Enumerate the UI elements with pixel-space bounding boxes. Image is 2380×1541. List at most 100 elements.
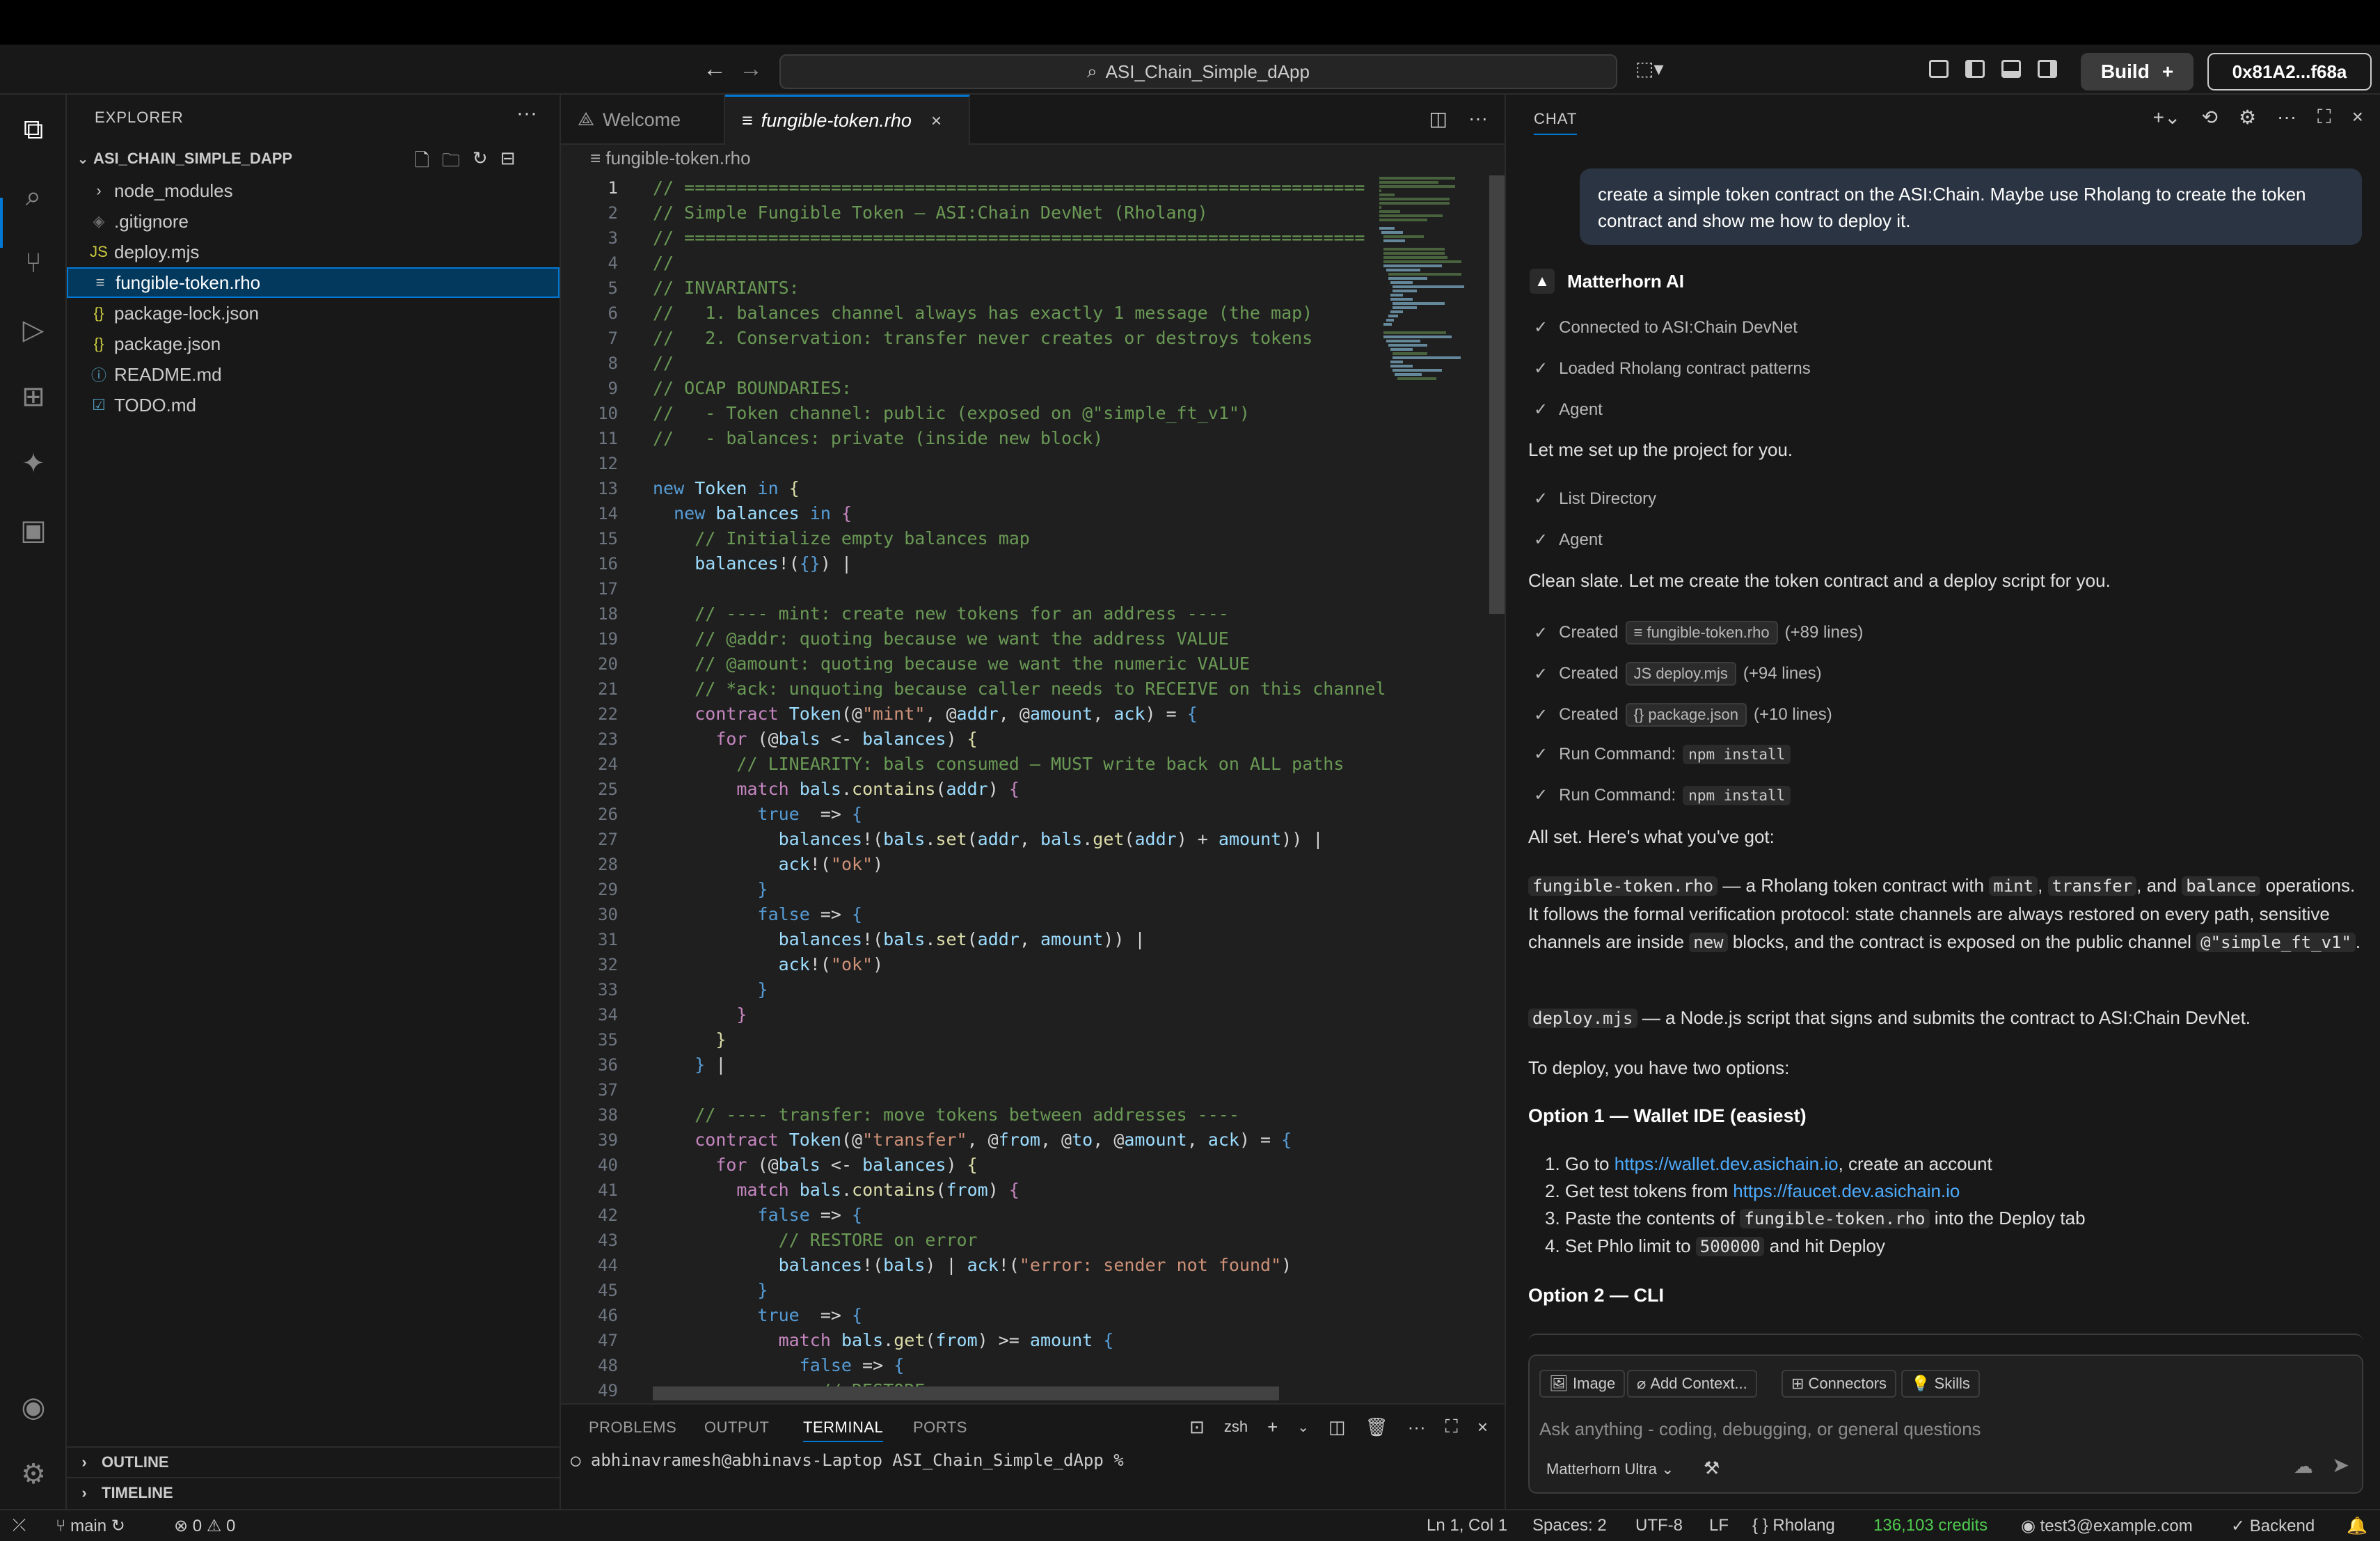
tab-ports[interactable]: PORTS [913,1418,967,1437]
source-control-icon[interactable]: ⑂ [15,245,51,281]
remote-icon[interactable]: ⤫ [13,1516,26,1535]
new-chat-plus-icon[interactable]: +⌄ [2153,106,2181,129]
shell-name[interactable]: zsh [1224,1418,1248,1436]
tab-fungible-token[interactable]: ≡ fungible-token.rho × [725,95,970,145]
new-file-icon[interactable]: 🗋 [415,148,429,178]
tab-welcome[interactable]: ⟁ Welcome [561,95,725,145]
extensions-icon[interactable]: ⊞ [15,379,51,415]
remote-explorer-icon[interactable]: ▣ [15,512,51,548]
terminal-prompt-line[interactable]: ○ abhinavramesh@abhinavs-Laptop ASI_Chai… [571,1451,1124,1470]
connectors-button[interactable]: ⊞ Connectors [1782,1370,1897,1398]
close-icon[interactable]: × [931,110,942,132]
language-mode[interactable]: { } Rholang [1752,1516,1835,1535]
trash-icon[interactable]: 🗑 [1365,1416,1388,1438]
run-debug-icon[interactable]: ▷ [15,312,51,348]
more-actions-icon[interactable]: ··· [516,102,537,125]
more-actions-icon[interactable]: ··· [1408,1416,1426,1438]
step-item[interactable]: ✓ Agent [1534,400,1603,420]
collapse-all-icon[interactable]: ⊟ [500,148,516,178]
tree-item[interactable]: {} package-lock.json [67,298,560,329]
file-chip[interactable]: JS deploy.mjs [1625,662,1736,686]
run-command-step[interactable]: ✓ Run Command: npm install [1534,785,1791,805]
horizontal-scrollbar-thumb[interactable] [653,1386,1279,1400]
outline-section[interactable]: › OUTLINE [67,1446,560,1477]
created-file-step[interactable]: ✓ Created {} package.json (+10 lines) [1534,703,1832,727]
attach-image-button[interactable]: 🖼 Image [1539,1370,1626,1398]
explorer-files-icon[interactable]: ⧉ [15,111,51,148]
search-icon[interactable]: ⌕ [15,178,51,214]
backend-status[interactable]: ✓ Backend [2231,1516,2315,1536]
chat-toggle-icon[interactable]: ⬚▾ [1635,57,1664,80]
skills-button[interactable]: 💡 Skills [1901,1370,1980,1398]
line-ending[interactable]: LF [1709,1516,1729,1535]
history-icon[interactable]: ⟲ [2201,106,2217,129]
timeline-section[interactable]: › TIMELINE [67,1477,560,1508]
run-command-step[interactable]: ✓ Run Command: npm install [1534,744,1791,764]
refresh-icon[interactable]: ↻ [473,148,488,178]
maximize-icon[interactable]: ⛶ [2317,106,2331,129]
toggle-secondary-sidebar-icon[interactable] [2038,60,2057,78]
chat-input-field[interactable]: Ask anything - coding, debugging, or gen… [1539,1418,1981,1440]
send-icon[interactable]: ➤ [2332,1453,2349,1478]
more-actions-icon[interactable]: ··· [2277,106,2296,129]
cursor-position[interactable]: Ln 1, Col 1 [1427,1516,1507,1535]
chat-sparkle-icon[interactable]: ✦ [15,445,51,482]
chevron-down-icon[interactable]: ⌄ [1297,1418,1309,1436]
scrollbar-thumb[interactable] [1489,175,1505,614]
wallet-button[interactable]: 0x81A2...f68a [2207,53,2372,90]
step-item[interactable]: ✓ Agent [1534,530,1603,550]
step-item[interactable]: ✓ List Directory [1534,489,1656,509]
gear-icon[interactable]: ⚙ [2239,106,2256,129]
tab-output[interactable]: OUTPUT [704,1418,769,1437]
credits-balance[interactable]: 136,103 credits [1873,1516,1988,1535]
tree-item[interactable]: ☑ TODO.md [67,390,560,420]
minimap[interactable] [1379,175,1484,426]
file-chip[interactable]: ≡ fungible-token.rho [1625,621,1778,645]
customize-layout-icon[interactable] [1929,60,1949,78]
new-terminal-plus-icon[interactable]: + [1267,1416,1278,1438]
notification-bell-icon[interactable]: 🔔 [2347,1516,2367,1536]
close-icon[interactable]: × [2352,106,2363,129]
cloud-icon[interactable]: ☁ [2294,1455,2313,1478]
tree-item[interactable]: {} package.json [67,329,560,359]
add-context-button[interactable]: ⌀ Add Context... [1627,1370,1757,1398]
faucet-link[interactable]: https://faucet.dev.asichain.io [1733,1180,1960,1201]
problems-indicator[interactable]: ⊗ 0 ⚠ 0 [174,1516,235,1536]
toggle-primary-sidebar-icon[interactable] [1965,60,1985,78]
tree-item[interactable]: ⓘ README.md [67,359,560,390]
command-center-search[interactable]: ⌕ ASI_Chain_Simple_dApp [779,54,1617,89]
tree-item[interactable]: JS deploy.mjs [67,237,560,267]
breadcrumb[interactable]: ≡ fungible-token.rho [590,148,751,169]
file-chip[interactable]: {} package.json [1625,703,1747,727]
settings-gear-icon[interactable]: ⚙ [15,1456,51,1492]
created-file-step[interactable]: ✓ Created JS deploy.mjs (+94 lines) [1534,662,1822,686]
build-button[interactable]: Build + [2081,53,2193,90]
tab-problems[interactable]: PROBLEMS [589,1418,676,1437]
step-item[interactable]: ✓ Connected to ASI:Chain DevNet [1534,317,1798,338]
back-arrow-icon[interactable]: ← [703,56,727,83]
split-terminal-icon[interactable]: ◫ [1328,1416,1346,1438]
close-panel-icon[interactable]: × [1477,1416,1488,1438]
tools-icon[interactable]: ⚒ [1704,1457,1720,1479]
wallet-link[interactable]: https://wallet.dev.asichain.io [1615,1153,1839,1174]
tree-item[interactable]: › node_modules [67,175,560,206]
step-item[interactable]: ✓ Loaded Rholang contract patterns [1534,358,1811,379]
encoding[interactable]: UTF-8 [1635,1516,1683,1535]
more-actions-icon[interactable]: ··· [1468,107,1488,130]
chat-title[interactable]: CHAT [1534,110,1578,135]
maximize-panel-icon[interactable]: ⛶ [1445,1416,1458,1438]
tab-terminal[interactable]: TERMINAL [803,1418,884,1442]
new-folder-icon[interactable]: 🗀 [442,148,460,178]
indentation[interactable]: Spaces: 2 [1532,1516,1607,1535]
vertical-scrollbar[interactable] [1484,175,1505,1403]
created-file-step[interactable]: ✓ Created ≡ fungible-token.rho (+89 lines) [1534,621,1863,645]
branch-indicator[interactable]: ⑂ main ↻ [56,1516,125,1536]
forward-arrow-icon[interactable]: → [739,56,763,83]
tree-item[interactable]: ≡ fungible-token.rho [67,267,560,298]
toggle-panel-icon[interactable] [2001,60,2021,78]
model-selector[interactable]: Matterhorn Ultra ⌄ [1546,1460,1674,1478]
tree-item[interactable]: ◈ .gitignore [67,206,560,237]
split-editor-icon[interactable]: ◫ [1429,107,1447,130]
account-icon[interactable]: ◉ [15,1389,51,1425]
account-indicator[interactable]: ◉ test3@example.com [2021,1516,2193,1536]
